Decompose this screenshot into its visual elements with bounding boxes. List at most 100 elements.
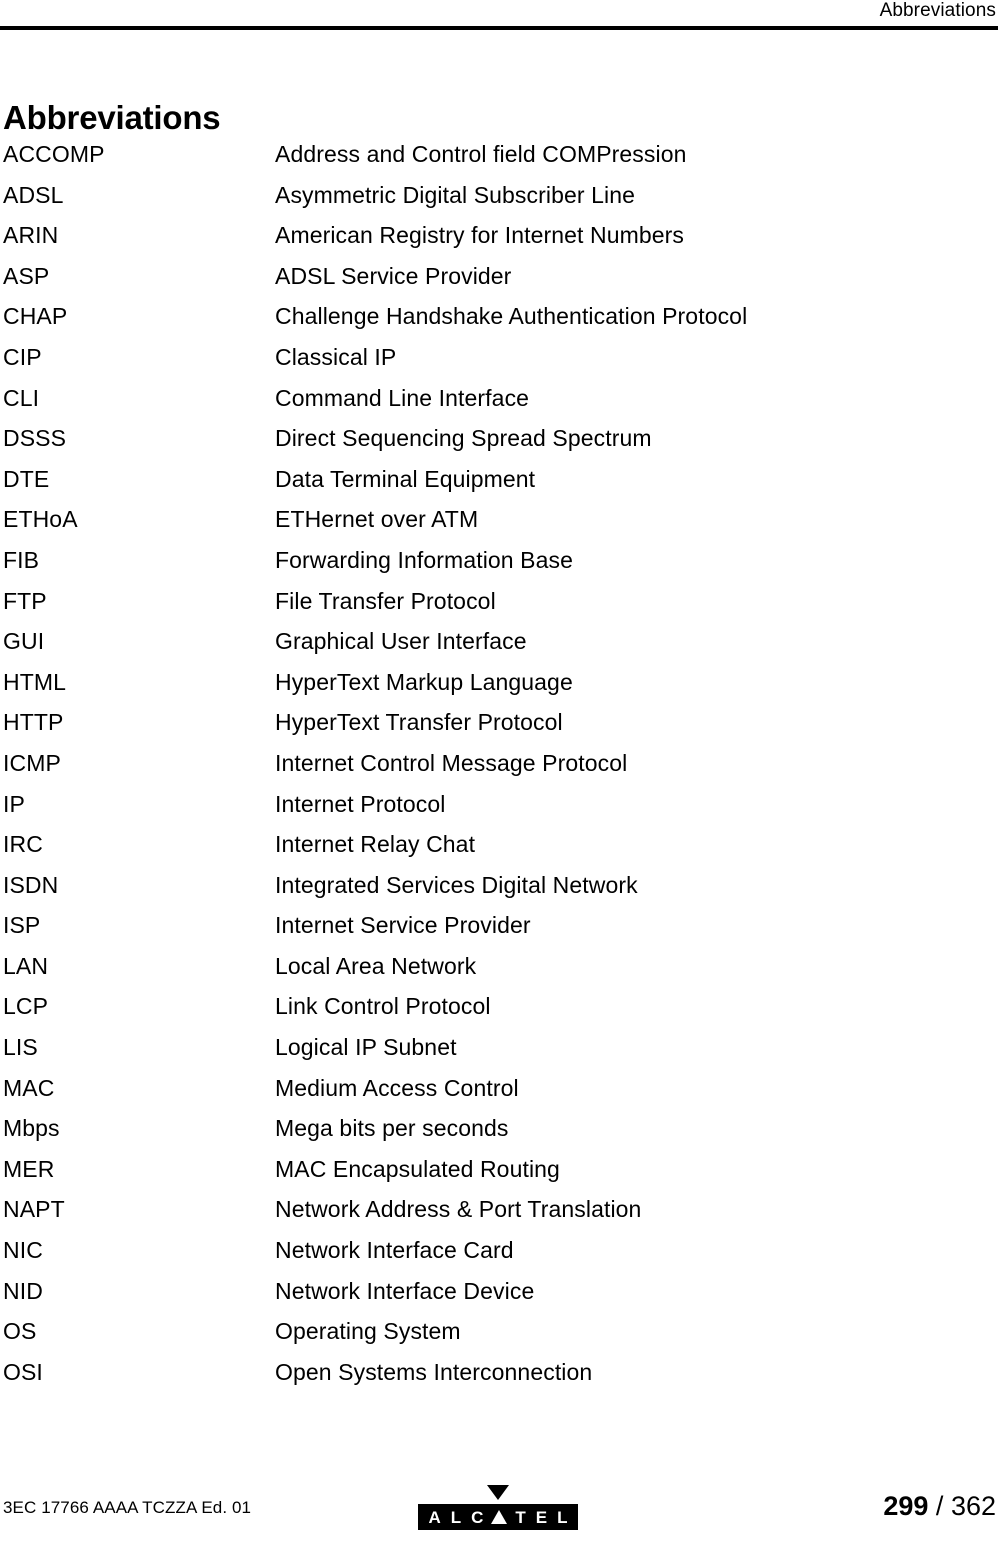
abbreviation-term: CIP xyxy=(3,343,42,370)
abbreviation-definition: Asymmetric Digital Subscriber Line xyxy=(275,181,636,208)
running-header: Abbreviations xyxy=(0,0,998,31)
abbreviation-definition: Mega bits per seconds xyxy=(275,1115,509,1142)
abbreviation-row: CLI Command Line Interface xyxy=(0,383,998,424)
abbreviation-row: ASP ADSL Service Provider xyxy=(0,261,998,302)
abbreviation-definition: Challenge Handshake Authentication Proto… xyxy=(275,303,748,330)
abbreviation-definition: Graphical User Interface xyxy=(275,628,527,655)
abbreviation-term: FIB xyxy=(3,546,40,573)
abbreviation-row: OSI Open Systems Interconnection xyxy=(0,1357,998,1398)
abbreviation-term: ACCOMP xyxy=(3,141,105,167)
abbreviation-term: ICMP xyxy=(3,749,61,776)
abbreviation-term: DTE xyxy=(3,465,50,492)
abbreviation-row: ARIN American Registry for Internet Numbe… xyxy=(0,220,998,261)
abbreviation-definition: HyperText Markup Language xyxy=(275,668,573,695)
current-page-number: 299 xyxy=(883,1491,929,1521)
pagination: 299 / 362 xyxy=(883,1489,996,1523)
abbreviation-definition: Logical IP Subnet xyxy=(275,1034,457,1061)
abbreviation-term: ADSL xyxy=(3,181,64,208)
abbreviation-row: FIB Forwarding Information Base xyxy=(0,545,998,586)
abbreviation-row: ACCOMP Address and Control field COMPress… xyxy=(0,139,998,180)
abbreviation-row: MAC Medium Access Control xyxy=(0,1073,998,1114)
abbreviation-definition: ADSL Service Provider xyxy=(275,262,512,289)
abbreviation-definition: Operating System xyxy=(275,1318,461,1345)
abbreviation-row: ISDN Integrated Services Digital Network xyxy=(0,870,998,911)
abbreviation-definition: Network Interface Card xyxy=(275,1237,514,1264)
abbreviation-definition: Internet Protocol xyxy=(275,790,446,817)
abbreviation-row: HTML HyperText Markup Language xyxy=(0,667,998,708)
abbreviation-term: HTTP xyxy=(3,709,64,736)
abbreviation-term: CLI xyxy=(3,384,40,411)
abbreviation-row: MER MAC Encapsulated Routing xyxy=(0,1154,998,1195)
abbreviation-definition: Link Control Protocol xyxy=(275,993,491,1020)
logo-letter: A xyxy=(428,1507,441,1527)
abbreviation-row: NIC Network Interface Card xyxy=(0,1235,998,1276)
abbreviation-definition: Internet Service Provider xyxy=(275,912,531,939)
abbreviation-term: LCP xyxy=(3,993,49,1020)
abbreviation-definition: Medium Access Control xyxy=(275,1074,519,1101)
page-title: Abbreviations xyxy=(3,99,221,137)
abbreviation-term: GUI xyxy=(3,628,45,655)
abbreviation-row: HTTP HyperText Transfer Protocol xyxy=(0,707,998,748)
abbreviation-term: MER xyxy=(3,1155,55,1182)
abbreviation-row: DTE Data Terminal Equipment xyxy=(0,464,998,505)
abbreviation-row: IP Internet Protocol xyxy=(0,789,998,830)
abbreviation-row: NAPT Network Address & Port Translation xyxy=(0,1194,998,1235)
abbreviation-term: LIS xyxy=(3,1034,38,1061)
pagination-separator: / xyxy=(935,1491,944,1521)
abbreviation-definition: Address and Control field COMPression xyxy=(275,141,687,167)
total-page-count: 362 xyxy=(950,1491,996,1521)
logo-letter: T xyxy=(515,1507,526,1527)
document-id: 3EC 17766 AAAA TCZZA Ed. 01 xyxy=(3,1498,252,1517)
abbreviation-term: DSSS xyxy=(3,425,67,452)
abbreviation-term: ISDN xyxy=(3,871,59,898)
logo-letter: E xyxy=(535,1507,548,1527)
abbreviation-term: ASP xyxy=(3,262,50,289)
abbreviation-definition: Network Interface Device xyxy=(275,1277,535,1304)
abbreviation-row: CHAP Challenge Handshake Authentication P… xyxy=(0,301,998,342)
abbreviation-row: GUI Graphical User Interface xyxy=(0,626,998,667)
abbreviation-term: CHAP xyxy=(3,303,68,330)
abbreviation-term: HTML xyxy=(3,668,67,695)
running-head-label: Abbreviations xyxy=(879,0,996,21)
abbreviation-definition: Direct Sequencing Spread Spectrum xyxy=(275,425,652,452)
logo-letter: L xyxy=(557,1507,568,1527)
abbreviation-row: FTP File Transfer Protocol xyxy=(0,586,998,627)
abbreviation-definition: Internet Relay Chat xyxy=(275,831,476,858)
abbreviation-row: LIS Logical IP Subnet xyxy=(0,1032,998,1073)
abbreviation-term: MAC xyxy=(3,1074,55,1101)
triangle-up-icon xyxy=(491,1510,508,1524)
abbreviation-term: OSI xyxy=(3,1358,43,1385)
abbreviation-row: DSSS Direct Sequencing Spread Spectrum xyxy=(0,423,998,464)
abbreviation-definition: Integrated Services Digital Network xyxy=(275,871,638,898)
abbreviation-row: ETHoA ETHernet over ATM xyxy=(0,504,998,545)
abbreviation-definition: Internet Control Message Protocol xyxy=(275,749,628,776)
abbreviation-definition: Open Systems Interconnection xyxy=(275,1358,593,1385)
abbreviation-definition: MAC Encapsulated Routing xyxy=(275,1155,560,1182)
abbreviation-definition: American Registry for Internet Numbers xyxy=(275,222,684,249)
triangle-down-icon xyxy=(487,1485,509,1500)
logo-letter: L xyxy=(450,1507,462,1527)
abbreviation-definition: Forwarding Information Base xyxy=(275,546,574,573)
abbreviation-row: ADSL Asymmetric Digital Subscriber Line xyxy=(0,180,998,221)
abbreviation-term: NAPT xyxy=(3,1196,65,1223)
abbreviation-definition: HyperText Transfer Protocol xyxy=(275,709,563,736)
abbreviation-term: NID xyxy=(3,1277,43,1304)
abbreviation-term: ARIN xyxy=(3,222,59,249)
abbreviation-term: ISP xyxy=(3,912,41,939)
abbreviation-row: Mbps Mega bits per seconds xyxy=(0,1113,998,1154)
abbreviation-row: OS Operating System xyxy=(0,1316,998,1357)
alcatel-logo: ALCTEL xyxy=(418,1480,578,1530)
abbreviation-term: IP xyxy=(3,790,25,817)
abbreviation-definition: Classical IP xyxy=(275,343,397,370)
abbreviation-term: LAN xyxy=(3,952,49,979)
abbreviation-row: ICMP Internet Control Message Protocol xyxy=(0,748,998,789)
abbreviation-list: ACCOMP Address and Control field COMPress… xyxy=(0,139,998,1397)
abbreviation-row: LAN Local Area Network xyxy=(0,951,998,992)
abbreviation-row: ISP Internet Service Provider xyxy=(0,910,998,951)
document-page: Abbreviations Abbreviations ACCOMP Addres… xyxy=(0,0,998,1543)
abbreviation-row: NID Network Interface Device xyxy=(0,1276,998,1317)
abbreviation-term: Mbps xyxy=(3,1115,60,1142)
abbreviation-term: NIC xyxy=(3,1237,43,1264)
abbreviation-row: LCP Link Control Protocol xyxy=(0,991,998,1032)
abbreviation-definition: Data Terminal Equipment xyxy=(275,465,536,492)
